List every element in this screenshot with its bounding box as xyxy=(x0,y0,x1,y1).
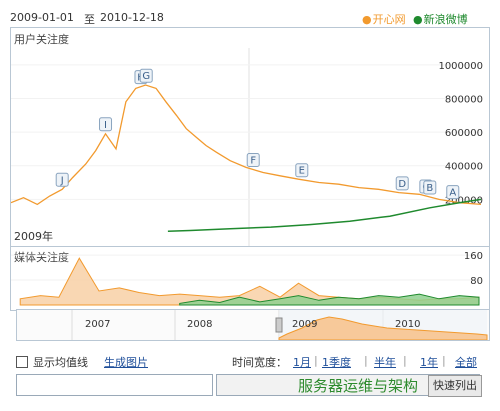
divider: | xyxy=(403,354,407,367)
show-mean-label: 显示均值线 xyxy=(33,356,88,369)
legend-weibo: ●新浪微博 xyxy=(413,11,468,27)
y-tick-label: 600000 xyxy=(445,128,483,139)
event-marker-label: F xyxy=(250,156,256,167)
range-option-half-year[interactable]: 半年 xyxy=(374,354,396,370)
y-tick-label: 80 xyxy=(470,276,483,287)
event-marker-label: I xyxy=(104,120,107,131)
user-attention-panel: 用户关注度 2009年 1000000 800000 600000 400000 200… xyxy=(10,27,490,249)
range-option-1-quarter[interactable]: 1季度 xyxy=(322,354,351,370)
divider: | xyxy=(314,354,318,367)
series-line-kaixin xyxy=(11,84,482,206)
divider: | xyxy=(364,354,368,367)
quick-list-button[interactable]: 快速列出 xyxy=(428,375,482,397)
legend-dot-icon: ● xyxy=(413,13,423,26)
range-option-1-year[interactable]: 1年 xyxy=(420,354,438,370)
event-marker: G xyxy=(139,68,153,83)
event-marker: D xyxy=(395,176,409,191)
nav-year-2008: 2008 xyxy=(187,319,213,330)
series-line-weibo xyxy=(167,198,482,233)
show-mean-checkbox[interactable] xyxy=(16,356,28,368)
legend-label-weibo: 新浪微博 xyxy=(423,13,468,26)
legend-label-kaixin: 开心网 xyxy=(372,13,406,26)
time-width-label: 时间宽度： xyxy=(232,356,287,369)
media-attention-panel: 媒体关注度 160 80 xyxy=(10,246,490,311)
chart-widget: 2009-01-01 至 2010-12-18 ●开心网 ●新浪微博 用户关注度… xyxy=(10,5,490,403)
event-marker: A xyxy=(446,185,460,200)
range-option-1-month[interactable]: 1月 xyxy=(293,354,311,370)
event-marker-label: D xyxy=(398,179,406,190)
nav-year-2009: 2009 xyxy=(292,319,318,330)
event-marker-label: J xyxy=(60,175,64,186)
end-date: 2010-12-18 xyxy=(100,11,164,24)
legend-kaixin: ●开心网 xyxy=(362,11,406,27)
y-tick-label: 400000 xyxy=(445,162,483,173)
y-tick-label: 800000 xyxy=(445,94,483,105)
generate-image-link[interactable]: 生成图片 xyxy=(104,354,148,370)
event-marker: J xyxy=(55,172,69,187)
event-marker-label: B xyxy=(426,183,433,194)
time-navigator[interactable]: 2007 2008 2009 2010 xyxy=(16,309,490,341)
date-separator: 至 xyxy=(84,13,95,26)
event-marker: I xyxy=(99,117,113,132)
legend-dot-icon: ● xyxy=(362,13,372,26)
chart-header: 2009-01-01 至 2010-12-18 ●开心网 ●新浪微博 xyxy=(10,5,490,27)
keyword-input[interactable] xyxy=(16,374,213,396)
event-marker: B xyxy=(423,180,437,195)
user-attention-chart[interactable]: 1000000800000600000400000200000JIHGFEDCB… xyxy=(11,28,489,248)
event-marker: E xyxy=(295,163,309,178)
start-date: 2009-01-01 xyxy=(10,11,74,24)
nav-year-2010: 2010 xyxy=(395,319,421,330)
event-marker-label: E xyxy=(299,166,305,177)
y-tick-label: 160 xyxy=(464,251,483,262)
nav-handle-left xyxy=(275,317,283,333)
event-marker-label: G xyxy=(142,71,150,82)
nav-year-2007: 2007 xyxy=(85,319,111,330)
event-marker-label: A xyxy=(449,188,456,199)
media-attention-chart[interactable]: 160 80 xyxy=(11,247,489,310)
event-marker: F xyxy=(246,153,260,168)
watermark-text: 服务器运维与架构 xyxy=(298,377,419,395)
y-tick-label: 1000000 xyxy=(438,61,483,72)
divider: | xyxy=(442,354,446,367)
range-option-all[interactable]: 全部 xyxy=(455,354,477,370)
controls-row: 显示均值线 生成图片 时间宽度： 1月 | 1季度 | 半年 | 1年 | 全部 xyxy=(10,354,490,372)
